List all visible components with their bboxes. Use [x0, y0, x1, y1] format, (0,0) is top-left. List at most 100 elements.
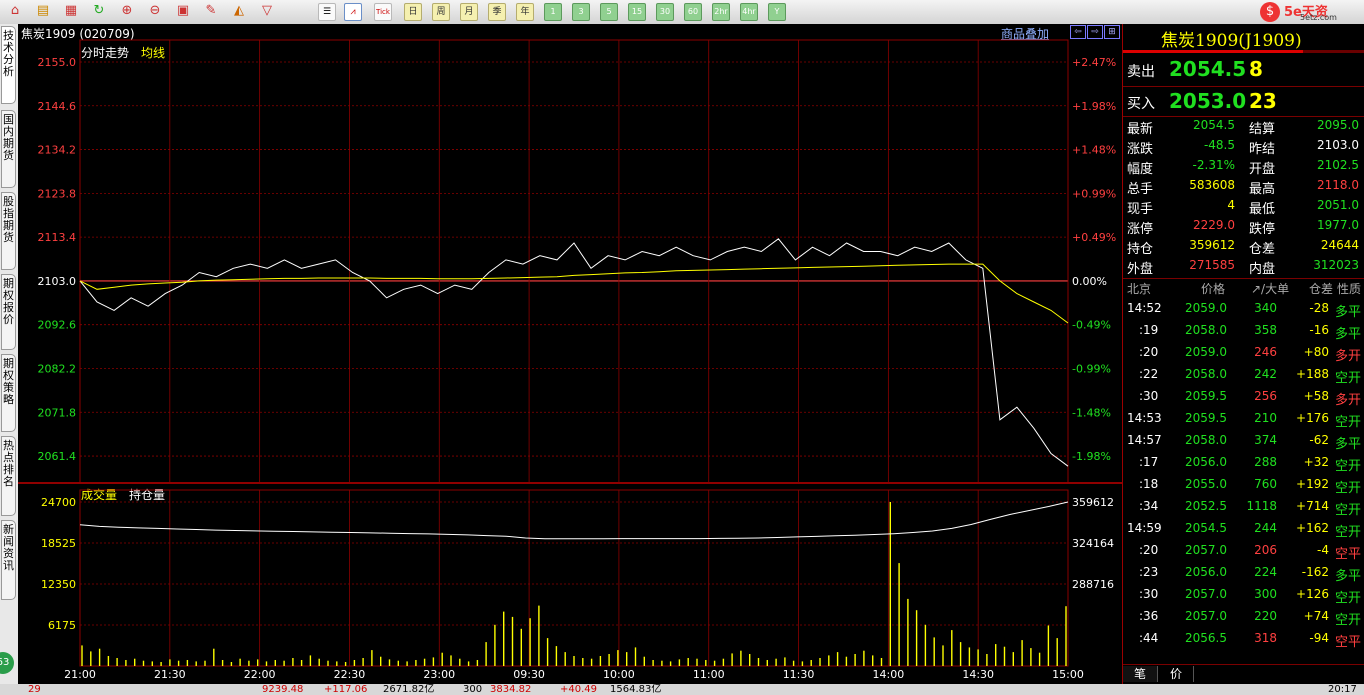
filter-icon[interactable]: ▽ — [258, 3, 276, 21]
intraday-chart[interactable]: 2155.0 +2.47% 2144.6 +1.98% 2134.2 +1.48% 2123… — [18, 24, 1122, 684]
tick-price: 2052.5 — [1185, 499, 1227, 513]
refresh-icon[interactable]: ↻ — [90, 3, 108, 21]
period-button-1[interactable]: 周 — [432, 3, 450, 21]
period-button-4[interactable]: 年 — [516, 3, 534, 21]
tick-time: 14:59 — [1127, 521, 1162, 535]
tick-volume: 300 — [1254, 587, 1277, 601]
minute-button-7[interactable]: 4hr — [740, 3, 758, 21]
notebook-icon[interactable]: ▤ — [34, 3, 52, 21]
minute-button-2[interactable]: 5 — [600, 3, 618, 21]
draw-tool-icon[interactable]: ◭ — [230, 3, 248, 21]
tick-nature: 空开 — [1334, 481, 1361, 496]
time-tick-label: 21:00 — [64, 668, 96, 681]
tick-nature: 多平 — [1334, 569, 1361, 584]
home-icon[interactable]: ⌂ — [6, 3, 24, 21]
price-tick-label: 2061.4 — [38, 450, 77, 463]
time-tick-label: 22:30 — [334, 668, 366, 681]
tick-volume: 210 — [1254, 411, 1277, 425]
tick-row: :19 2058.0 358 -16 多平 — [1123, 323, 1364, 343]
volume-tick-label: 12350 — [41, 578, 76, 591]
stat-label: 最高 — [1249, 182, 1276, 197]
tick-oi-change: +188 — [1296, 367, 1329, 381]
side-tab-3[interactable]: 期权报价 — [1, 274, 16, 350]
side-tab-label: 技术分析 — [3, 29, 14, 78]
pct-tick-label: +0.99% — [1072, 187, 1116, 200]
side-tab-5[interactable]: 热点排名 — [1, 436, 16, 516]
tick-price: 2059.5 — [1185, 411, 1227, 425]
stat-value: 2103.0 — [1317, 138, 1359, 152]
zoom-out-icon[interactable]: ⊖ — [146, 3, 164, 21]
tick-row: :20 2059.0 246 +80 多开 — [1123, 345, 1364, 365]
stat-value: 583608 — [1189, 178, 1235, 192]
minute-button-0[interactable]: 1 — [544, 3, 562, 21]
time-tick-label: 11:30 — [783, 668, 815, 681]
list-view-icon[interactable]: ☰ — [318, 3, 336, 21]
period-button-0[interactable]: 日 — [404, 3, 422, 21]
side-tab-label: 期权策略 — [3, 357, 14, 406]
tick-row: :18 2055.0 760 +192 空开 — [1123, 477, 1364, 497]
bottom-tab-0[interactable]: 笔 — [1123, 666, 1158, 682]
tick-volume: 246 — [1254, 345, 1277, 359]
minute-button-5[interactable]: 60 — [684, 3, 702, 21]
intraday-chart-icon[interactable]: ⩘ — [344, 3, 362, 21]
tick-header-cell: 北京 — [1127, 282, 1152, 296]
toolbar: ⌂ ▤ ▦ ↻ ⊕ ⊖ ▣ ✎ ◭ ▽ ☰ ⩘ Tick 日周月季年 1 3 5 15 30 60 2hr 4hr Y $5e… — [0, 0, 1364, 25]
tick-time: :20 — [1139, 345, 1159, 359]
side-tab-1[interactable]: 国内期货 — [1, 110, 16, 188]
tick-volume: 244 — [1254, 521, 1277, 535]
minute-button-6[interactable]: 2hr — [712, 3, 730, 21]
news-icon[interactable]: ▦ — [62, 3, 80, 21]
period-button-3[interactable]: 季 — [488, 3, 506, 21]
minute-button-3[interactable]: 15 — [628, 3, 646, 21]
stat-label: 最新 — [1127, 122, 1154, 137]
stat-label: 仓差 — [1249, 242, 1276, 257]
tick-time: :36 — [1139, 609, 1159, 623]
buy-price: 2053.0 — [1169, 89, 1247, 113]
bottom-tab-1[interactable]: 价 — [1159, 666, 1194, 682]
time-tick-label: 11:00 — [693, 668, 725, 681]
tick-nature: 多平 — [1334, 305, 1361, 320]
open-interest-line — [79, 501, 1069, 540]
side-tab-0[interactable]: 技术分析 — [1, 26, 16, 104]
chart-area[interactable]: 焦炭1909 (020709) 商品叠加 ⇦ ⇨ ⊞ 分时走势 均线 成交量 持… — [18, 24, 1122, 684]
side-tab-6[interactable]: 新闻资讯 — [1, 520, 16, 600]
minute-button-4[interactable]: 30 — [656, 3, 674, 21]
price-tick-label: 2155.0 — [38, 56, 77, 69]
minute-button-1[interactable]: 3 — [572, 3, 590, 21]
pct-tick-label: +1.48% — [1072, 144, 1116, 157]
tick-row: 14:52 2059.0 340 -28 多平 — [1123, 301, 1364, 321]
tick-time: :22 — [1139, 367, 1159, 381]
index2-name: 300 — [463, 684, 483, 695]
price-tick-label: 2144.6 — [38, 100, 77, 113]
tick-nature: 多平 — [1334, 327, 1361, 342]
index1-change: +117.06 — [324, 684, 368, 695]
pct-tick-label: +1.98% — [1072, 100, 1116, 113]
tick-volume: 374 — [1254, 433, 1277, 447]
stat-label: 涨停 — [1127, 222, 1154, 237]
side-tab-2[interactable]: 股指期货 — [1, 192, 16, 270]
tick-oi-change: -16 — [1309, 323, 1329, 337]
time-tick-label: 10:00 — [603, 668, 635, 681]
side-tab-badge[interactable]: 63 — [0, 652, 14, 674]
zoom-in-icon[interactable]: ⊕ — [118, 3, 136, 21]
minute-button-8[interactable]: Y — [768, 3, 786, 21]
tick-button[interactable]: Tick — [374, 3, 392, 21]
volume-tick-label: 6175 — [48, 619, 76, 632]
pen-icon[interactable]: ✎ — [202, 3, 220, 21]
side-tab-4[interactable]: 期权策略 — [1, 354, 16, 432]
time-tick-label: 14:00 — [873, 668, 905, 681]
tick-price: 2057.0 — [1185, 609, 1227, 623]
period-button-2[interactable]: 月 — [460, 3, 478, 21]
window-icon[interactable]: ▣ — [174, 3, 192, 21]
tick-oi-change: +714 — [1296, 499, 1329, 513]
tick-oi-change: -94 — [1309, 631, 1329, 645]
tick-nature: 空开 — [1334, 503, 1361, 518]
tick-time: 14:53 — [1127, 411, 1162, 425]
stat-value: 4 — [1227, 198, 1235, 212]
sell-qty: 8 — [1249, 57, 1263, 81]
tick-price: 2056.0 — [1185, 565, 1227, 579]
tick-price: 2056.0 — [1185, 455, 1227, 469]
divider — [1123, 278, 1364, 279]
stat-value: 2095.0 — [1317, 118, 1359, 132]
stat-value: 2051.0 — [1317, 198, 1359, 212]
